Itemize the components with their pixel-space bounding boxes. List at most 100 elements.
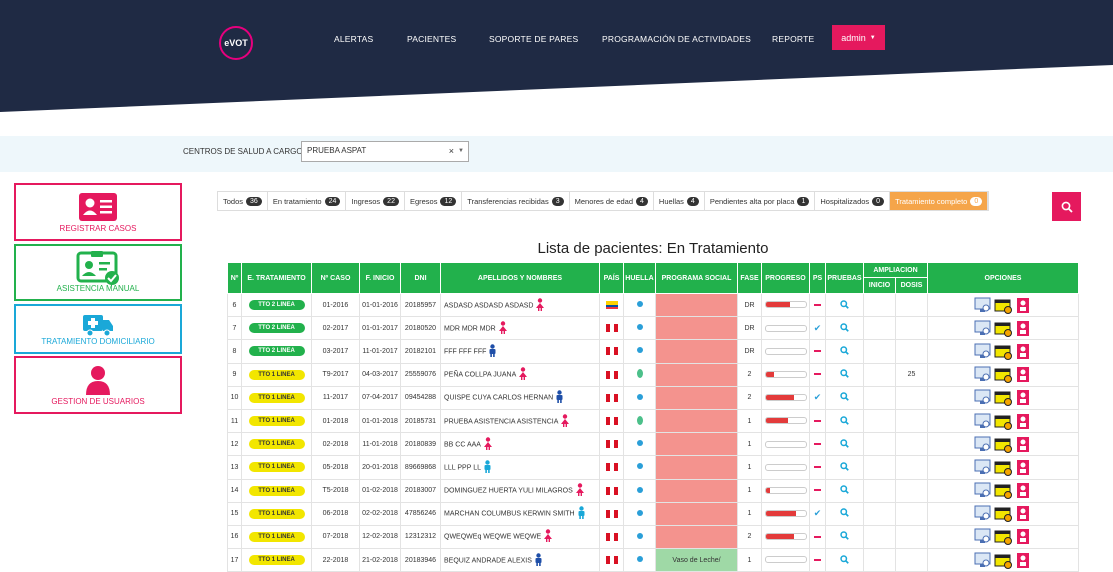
table-row[interactable]: 7 TTO 2 LINEA 02-2017 01-01-2017 20180520 MDR… bbox=[227, 316, 1079, 341]
clipboard-user-icon[interactable] bbox=[1014, 343, 1032, 360]
table-row[interactable]: 15 TTO 1 LINEA 06-2018 02-02-2018 47856246 MA… bbox=[227, 501, 1079, 526]
search-icon[interactable] bbox=[840, 439, 849, 448]
table-row[interactable]: 6 TTO 2 LINEA 01-2016 01-01-2016 20185957 ASD… bbox=[227, 292, 1079, 318]
monitor-search-icon[interactable] bbox=[974, 413, 992, 430]
monitor-search-icon[interactable] bbox=[974, 552, 992, 569]
clipboard-user-icon[interactable] bbox=[1014, 389, 1032, 406]
fingerprint-icon[interactable] bbox=[636, 556, 643, 563]
filter-5[interactable]: Menores de edad 4 bbox=[570, 192, 654, 210]
filter-2[interactable]: Ingresos 22 bbox=[346, 192, 405, 210]
fingerprint-icon[interactable] bbox=[636, 532, 643, 539]
search-icon[interactable] bbox=[840, 392, 849, 402]
clipboard-user-icon[interactable] bbox=[1014, 459, 1032, 476]
fingerprint-icon[interactable] bbox=[636, 440, 643, 447]
table-row[interactable]: 13 TTO 1 LINEA 05-2018 20-01-2018 89669868 LL… bbox=[227, 455, 1079, 480]
calendar-check-icon[interactable] bbox=[994, 505, 1012, 523]
fingerprint-icon[interactable] bbox=[636, 347, 643, 354]
nav-soporte-pares[interactable]: SOPORTE DE PARES bbox=[489, 34, 578, 44]
search-icon[interactable] bbox=[840, 554, 849, 564]
filter-7[interactable]: Pendientes alta por placa 1 bbox=[705, 192, 816, 210]
search-icon[interactable] bbox=[840, 369, 849, 378]
admin-menu-button[interactable]: admin ▼ bbox=[832, 25, 885, 50]
user-management-card[interactable]: GESTION DE USUARIOS bbox=[14, 356, 182, 414]
patient-name[interactable]: BEQUIZ ANDRADE ALEXIS bbox=[444, 557, 532, 564]
clipboard-user-icon[interactable] bbox=[1014, 297, 1032, 314]
monitor-search-icon[interactable] bbox=[974, 389, 992, 406]
monitor-search-icon[interactable] bbox=[974, 482, 992, 499]
centers-select[interactable]: PRUEBA ASPAT × ▼ bbox=[301, 141, 469, 162]
monitor-search-icon[interactable] bbox=[974, 436, 992, 453]
table-row[interactable]: 11 TTO 1 LINEA 01-2018 01-01-2018 20185731 PR… bbox=[227, 408, 1079, 434]
patient-name[interactable]: QUISPE CUYA CARLOS HERNAN bbox=[444, 395, 553, 402]
calendar-check-icon[interactable] bbox=[994, 436, 1012, 453]
search-icon[interactable] bbox=[840, 346, 849, 355]
filter-8[interactable]: Hospitalizados 0 bbox=[815, 192, 891, 210]
patient-name[interactable]: PRUEBA ASISTENCIA ASISTENCIA bbox=[444, 418, 558, 425]
patient-name[interactable]: LLL PPP LL bbox=[444, 464, 481, 471]
table-row[interactable]: 17 TTO 1 LINEA 22-2018 21-02-2018 20183946 BE… bbox=[227, 548, 1079, 572]
patient-name[interactable]: MDR MDR MDR bbox=[444, 325, 496, 332]
table-row[interactable]: 16 TTO 1 LINEA 07-2018 12-02-2018 12312312 QW… bbox=[227, 524, 1079, 550]
fingerprint-icon[interactable] bbox=[636, 415, 643, 425]
table-row[interactable]: 8 TTO 2 LINEA 03-2017 11-01-2017 20182101 FFF… bbox=[227, 339, 1079, 364]
monitor-search-icon[interactable] bbox=[974, 528, 992, 545]
fingerprint-icon[interactable] bbox=[636, 463, 643, 470]
monitor-search-icon[interactable] bbox=[974, 366, 992, 383]
calendar-check-icon[interactable] bbox=[994, 459, 1012, 476]
clipboard-user-icon[interactable] bbox=[1014, 482, 1032, 499]
search-button[interactable] bbox=[1052, 192, 1081, 221]
fingerprint-icon[interactable] bbox=[636, 486, 643, 493]
fingerprint-icon[interactable] bbox=[636, 393, 643, 400]
home-treatment-card[interactable]: TRATAMIENTO DOMICILIARIO bbox=[14, 304, 182, 354]
patient-name[interactable]: PEÑA COLLPA JUANA bbox=[444, 372, 516, 379]
patient-name[interactable]: DOMINGUEZ HUERTA YULI MILAGROS bbox=[444, 487, 573, 494]
patient-name[interactable]: MARCHAN COLUMBUS KERWIN SMITH bbox=[444, 511, 575, 518]
search-icon[interactable] bbox=[840, 415, 849, 425]
filter-4[interactable]: Transferencias recibidas 3 bbox=[462, 192, 570, 210]
fingerprint-icon[interactable] bbox=[636, 324, 643, 331]
filter-0[interactable]: Todos 36 bbox=[218, 192, 268, 210]
patient-name[interactable]: QWEQWEq WEQWE WEQWE bbox=[444, 534, 541, 541]
nav-pacientes[interactable]: PACIENTES bbox=[407, 34, 456, 44]
search-icon[interactable] bbox=[840, 531, 849, 541]
monitor-search-icon[interactable] bbox=[974, 505, 992, 522]
filter-6[interactable]: Huellas 4 bbox=[654, 192, 705, 210]
clipboard-user-icon[interactable] bbox=[1014, 366, 1032, 383]
table-row[interactable]: 14 TTO 1 LINEA T5-2018 01-02-2018 20183007 DO… bbox=[227, 478, 1079, 503]
table-row[interactable]: 10 TTO 1 LINEA 11-2017 07-04-2017 09454288 QU… bbox=[227, 385, 1079, 410]
calendar-check-icon[interactable] bbox=[994, 366, 1012, 384]
search-icon[interactable] bbox=[840, 323, 849, 332]
fingerprint-icon[interactable] bbox=[636, 301, 643, 308]
nav-programacion[interactable]: PROGRAMACIÓN DE ACTIVIDADES bbox=[602, 34, 751, 44]
calendar-check-icon[interactable] bbox=[994, 343, 1012, 360]
table-row[interactable]: 12 TTO 1 LINEA 02-2018 11-01-2018 20180839 BB… bbox=[227, 432, 1079, 457]
patient-name[interactable]: ASDASD ASDASD ASDASD bbox=[444, 302, 533, 309]
clipboard-user-icon[interactable] bbox=[1014, 552, 1032, 569]
calendar-check-icon[interactable] bbox=[994, 552, 1012, 569]
calendar-check-icon[interactable] bbox=[994, 413, 1012, 430]
monitor-search-icon[interactable] bbox=[974, 320, 992, 337]
calendar-check-icon[interactable] bbox=[994, 297, 1012, 314]
filter-9[interactable]: Tratamiento completo 0 bbox=[890, 192, 989, 210]
clipboard-user-icon[interactable] bbox=[1014, 320, 1032, 337]
monitor-search-icon[interactable] bbox=[974, 459, 992, 476]
clipboard-user-icon[interactable] bbox=[1014, 413, 1032, 430]
search-icon[interactable] bbox=[840, 299, 849, 309]
search-icon[interactable] bbox=[840, 508, 849, 518]
calendar-check-icon[interactable] bbox=[994, 482, 1012, 500]
filter-3[interactable]: Egresos 12 bbox=[405, 192, 463, 210]
monitor-search-icon[interactable] bbox=[974, 343, 992, 360]
clear-icon[interactable]: × bbox=[449, 146, 454, 156]
app-logo[interactable]: eVOT bbox=[219, 26, 253, 60]
fingerprint-icon[interactable] bbox=[636, 509, 643, 516]
register-cases-card[interactable]: REGISTRAR CASOS bbox=[14, 183, 182, 241]
filter-1[interactable]: En tratamiento 24 bbox=[268, 192, 347, 210]
patient-name[interactable]: FFF FFF FFF bbox=[444, 348, 486, 355]
patient-name[interactable]: BB CC AAA bbox=[444, 441, 481, 448]
clipboard-user-icon[interactable] bbox=[1014, 528, 1032, 545]
search-icon[interactable] bbox=[840, 462, 849, 471]
calendar-check-icon[interactable] bbox=[994, 320, 1012, 337]
nav-reporte[interactable]: REPORTE bbox=[772, 34, 814, 44]
monitor-search-icon[interactable] bbox=[974, 297, 992, 314]
search-icon[interactable] bbox=[840, 485, 849, 494]
